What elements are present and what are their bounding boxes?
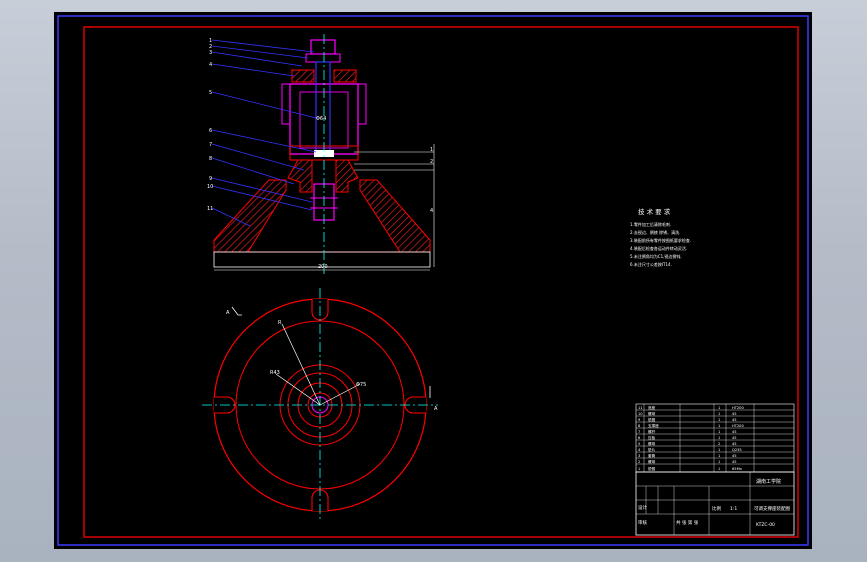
svg-text:1: 1 xyxy=(718,406,720,410)
top-nut xyxy=(310,39,336,55)
svg-text:11: 11 xyxy=(638,406,643,410)
svg-text:螺母: 螺母 xyxy=(648,441,656,446)
dim-inner-2: Φ40 xyxy=(316,151,326,157)
notes-title: 技 术 要 求 xyxy=(638,207,671,216)
svg-text:压板: 压板 xyxy=(648,435,656,440)
svg-text:45: 45 xyxy=(732,430,737,434)
svg-text:1: 1 xyxy=(718,424,720,428)
balloon-side-2: 2 xyxy=(430,159,433,165)
svg-text:45: 45 xyxy=(732,442,737,446)
svg-text:垫片: 垫片 xyxy=(648,447,656,452)
svg-text:A: A xyxy=(226,310,230,316)
svg-text:45: 45 xyxy=(732,418,737,422)
technical-notes: 技 术 要 求 1.零件加工后清除毛刺. 2.去锐边、倒棱 除锈、清洗. 3.装… xyxy=(630,207,691,267)
title-drawing-no: KTZC-00 xyxy=(756,522,775,528)
svg-text:1: 1 xyxy=(718,418,720,422)
svg-text:1: 1 xyxy=(718,460,720,464)
balloon-side-1: 1 xyxy=(430,147,433,153)
dim-inner-1: Φ64 xyxy=(316,116,326,122)
svg-text:6: 6 xyxy=(638,436,641,440)
svg-text:支撑座: 支撑座 xyxy=(648,423,659,428)
dim-width: 200 xyxy=(318,264,328,270)
svg-text:垫圈: 垫圈 xyxy=(648,417,656,422)
radius-label-r43: R43 xyxy=(270,370,280,376)
note-line-6: 6.未注尺寸公差按IT14. xyxy=(630,261,672,267)
svg-text:8: 8 xyxy=(209,156,212,162)
top-cap-right xyxy=(333,69,357,83)
svg-text:A: A xyxy=(434,406,438,412)
svg-text:3: 3 xyxy=(209,50,212,56)
top-cap-left xyxy=(291,69,315,83)
svg-text:1: 1 xyxy=(718,454,720,458)
svg-text:4: 4 xyxy=(209,62,212,68)
parts-list: 11 底座 1 HT200 10 螺母 1 45 9 垫圈 1 45 8 支撑座 1 HT200 7 螺杆… xyxy=(635,403,795,473)
title-drawing-name: 可调支撑座装配图 xyxy=(754,505,790,512)
svg-text:45: 45 xyxy=(732,460,737,464)
svg-text:螺母: 螺母 xyxy=(648,459,656,464)
seat-right xyxy=(335,159,359,193)
inner-frame xyxy=(83,26,799,538)
radius-label-r: R xyxy=(278,320,282,326)
svg-text:螺母: 螺母 xyxy=(648,411,656,416)
parts-rows: 11 底座 1 HT200 10 螺母 1 45 9 垫圈 1 45 8 支撑座 1 HT200 7 螺杆… xyxy=(638,405,744,471)
svg-text:HT200: HT200 xyxy=(732,424,744,428)
outer-border xyxy=(57,15,809,546)
svg-text:45: 45 xyxy=(732,454,737,458)
svg-text:65Mn: 65Mn xyxy=(732,467,742,471)
svg-text:HT200: HT200 xyxy=(732,406,744,410)
svg-text:螺杆: 螺杆 xyxy=(648,429,656,434)
note-line-1: 1.零件加工后清除毛刺. xyxy=(630,221,671,227)
sleeve-flange-left xyxy=(281,83,291,125)
svg-text:1: 1 xyxy=(718,436,720,440)
radius-label-phi75: Φ75 xyxy=(356,382,366,388)
top-view: R R43 Φ75 A A xyxy=(202,288,438,522)
svg-text:10: 10 xyxy=(207,184,213,190)
sleeve-flange-right xyxy=(357,83,367,125)
svg-text:9: 9 xyxy=(209,176,212,182)
drawing-sheet: 200 1 2 4 Φ64 Φ40 1 2 3 4 5 6 7 8 9 10 1… xyxy=(54,12,812,549)
title-checker: 审核 xyxy=(638,519,647,526)
note-line-2: 2.去锐边、倒棱 除锈、清洗. xyxy=(630,229,680,235)
svg-text:4: 4 xyxy=(638,448,641,452)
svg-text:3: 3 xyxy=(638,454,640,458)
svg-text:8: 8 xyxy=(638,424,641,428)
note-line-4: 4.装配后检查各运动件转动灵活. xyxy=(630,245,687,251)
svg-text:5: 5 xyxy=(638,442,640,446)
svg-text:10: 10 xyxy=(638,412,643,416)
svg-text:底座: 底座 xyxy=(648,405,656,410)
svg-text:2: 2 xyxy=(718,442,720,446)
svg-text:7: 7 xyxy=(209,142,212,148)
svg-text:1: 1 xyxy=(718,412,720,416)
svg-text:1: 1 xyxy=(718,448,720,452)
title-scale-value: 1:1 xyxy=(730,506,737,512)
svg-text:9: 9 xyxy=(638,418,641,422)
svg-text:7: 7 xyxy=(638,430,640,434)
svg-text:45: 45 xyxy=(732,436,737,440)
svg-text:1: 1 xyxy=(638,467,640,471)
section-mark-left xyxy=(231,306,242,316)
svg-text:6: 6 xyxy=(209,128,212,134)
dim-height: 4 xyxy=(430,208,433,214)
svg-text:Q235: Q235 xyxy=(732,448,742,452)
svg-text:套筒: 套筒 xyxy=(648,453,656,458)
svg-text:1: 1 xyxy=(718,430,720,434)
svg-text:2: 2 xyxy=(638,460,640,464)
cad-drawing: 200 1 2 4 Φ64 Φ40 1 2 3 4 5 6 7 8 9 10 1… xyxy=(57,15,809,546)
svg-text:5: 5 xyxy=(209,90,212,96)
title-scale-label: 比例 xyxy=(712,505,721,512)
svg-text:1: 1 xyxy=(718,467,720,471)
title-designer: 设计 xyxy=(638,504,647,511)
base-section-left xyxy=(213,179,287,253)
note-line-5: 5.未注倒角均为C1,锐边倒钝. xyxy=(630,253,682,259)
title-block: 湖南工学院 可调支撑座装配图 设计 审核 比例 1:1 共 张 第 张 KTZC… xyxy=(635,471,795,536)
title-school: 湖南工学院 xyxy=(756,478,781,485)
front-view: 200 1 2 4 Φ64 Φ40 1 2 3 4 5 6 7 8 9 10 1… xyxy=(207,34,435,274)
note-line-3: 3.装配前所有零件按图纸要求检查. xyxy=(630,237,691,243)
svg-text:垫圈: 垫圈 xyxy=(648,466,656,471)
seat-left xyxy=(287,159,313,193)
svg-text:45: 45 xyxy=(732,412,737,416)
title-sheet: 共 张 第 张 xyxy=(676,519,699,526)
base-section-right xyxy=(359,179,431,253)
svg-text:11: 11 xyxy=(207,206,213,212)
